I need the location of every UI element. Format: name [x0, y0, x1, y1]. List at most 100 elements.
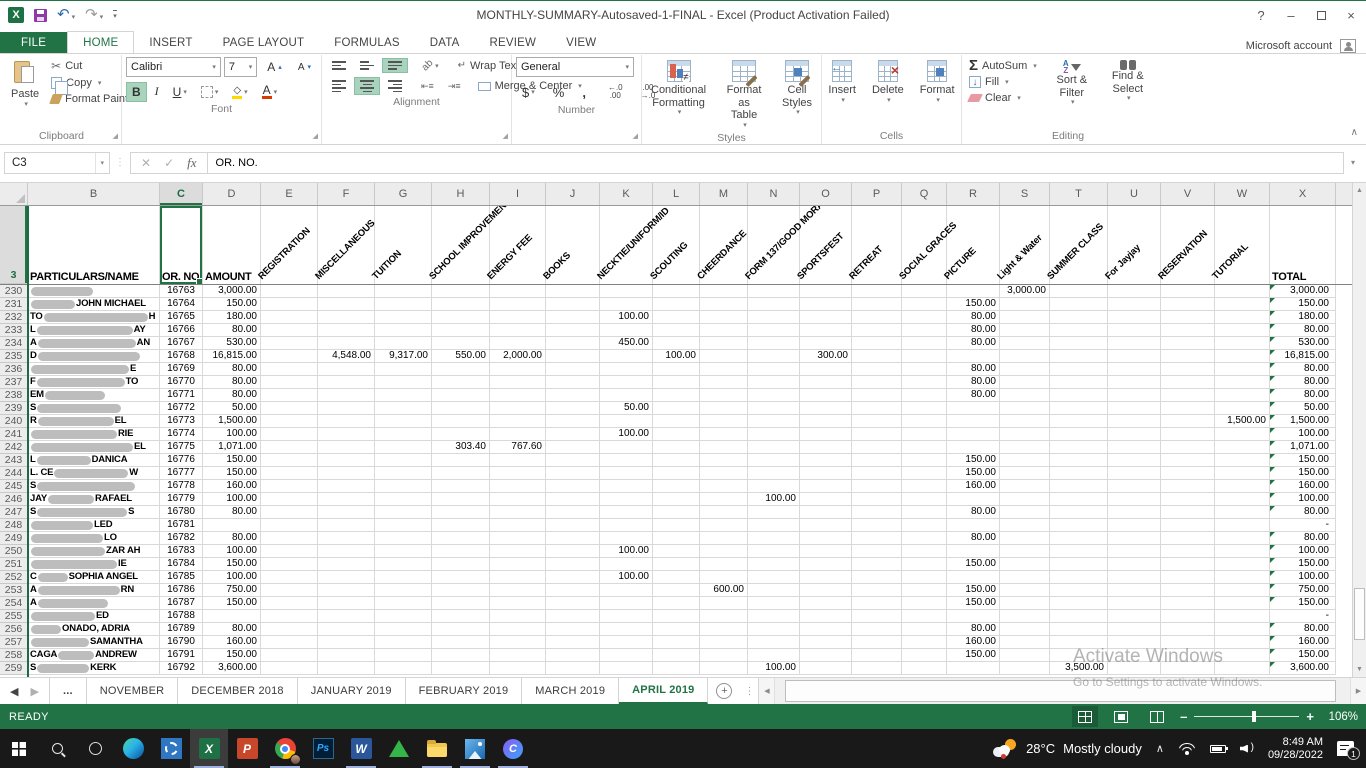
cell-T[interactable]: [1050, 597, 1108, 610]
cell-V[interactable]: [1161, 311, 1215, 324]
sheet-nav-right-icon[interactable]: ▶: [30, 685, 38, 698]
cell-R[interactable]: 80.00: [947, 324, 1000, 337]
cell-amount[interactable]: [203, 519, 261, 532]
cell-G[interactable]: [375, 454, 432, 467]
cell-name[interactable]: RIE: [28, 428, 160, 441]
cell-total[interactable]: 16,815.00: [1270, 350, 1336, 363]
cell-or-no[interactable]: 16770: [160, 376, 203, 389]
cell-total[interactable]: 80.00: [1270, 376, 1336, 389]
cell-E[interactable]: [261, 545, 318, 558]
cell-U[interactable]: [1108, 493, 1161, 506]
row-header-236[interactable]: 236: [0, 363, 28, 376]
cell-or-no[interactable]: 16789: [160, 623, 203, 636]
cell-S[interactable]: [1000, 584, 1050, 597]
cell-P[interactable]: [852, 363, 902, 376]
cell-M[interactable]: [700, 610, 748, 623]
cell-or-no[interactable]: 16781: [160, 519, 203, 532]
cell-K[interactable]: [600, 480, 653, 493]
cell-amount[interactable]: 150.00: [203, 467, 261, 480]
cell-J[interactable]: [546, 428, 600, 441]
cell-total[interactable]: 80.00: [1270, 324, 1336, 337]
cell-J[interactable]: [546, 558, 600, 571]
cell-N[interactable]: [748, 324, 800, 337]
cell-N[interactable]: [748, 636, 800, 649]
cell-L[interactable]: [653, 558, 700, 571]
cell-S[interactable]: 3,000.00: [1000, 285, 1050, 298]
cell-U[interactable]: [1108, 480, 1161, 493]
column-header-L[interactable]: L: [653, 183, 700, 205]
cell-S[interactable]: [1000, 662, 1050, 675]
cell-P[interactable]: [852, 402, 902, 415]
scroll-up-icon[interactable]: ▲: [1353, 183, 1366, 198]
cell-R[interactable]: 150.00: [947, 649, 1000, 662]
row-header-246[interactable]: 246: [0, 493, 28, 506]
conditional-formatting-button[interactable]: ≠ Conditional Formatting ▾: [646, 57, 711, 118]
align-middle-button[interactable]: [354, 58, 380, 73]
cell-H[interactable]: [432, 532, 490, 545]
cell-P[interactable]: [852, 311, 902, 324]
cell-V[interactable]: [1161, 532, 1215, 545]
cell-O[interactable]: [800, 454, 852, 467]
column-header-S[interactable]: S: [1000, 183, 1050, 205]
cell-L[interactable]: [653, 480, 700, 493]
taskbar-excel-button[interactable]: X: [190, 729, 228, 768]
column-header-B[interactable]: B: [28, 183, 160, 205]
cell-M[interactable]: [700, 402, 748, 415]
header-cell-particulars[interactable]: PARTICULARS/NAME: [28, 206, 160, 284]
cell-Q[interactable]: [902, 389, 947, 402]
cell-or-no[interactable]: 16778: [160, 480, 203, 493]
cell-total[interactable]: 530.00: [1270, 337, 1336, 350]
cell-F[interactable]: [318, 480, 375, 493]
cell-H[interactable]: [432, 649, 490, 662]
cell-V[interactable]: [1161, 649, 1215, 662]
cell-L[interactable]: [653, 376, 700, 389]
sheet-tab-april-2019[interactable]: APRIL 2019: [619, 678, 709, 704]
account-label[interactable]: Microsoft account: [1246, 40, 1332, 52]
cell-J[interactable]: [546, 324, 600, 337]
cell-Q[interactable]: [902, 545, 947, 558]
cell-K[interactable]: 450.00: [600, 337, 653, 350]
restore-button[interactable]: [1306, 3, 1336, 27]
cell-K[interactable]: [600, 662, 653, 675]
row-header-3[interactable]: 3: [0, 206, 28, 284]
increase-indent-button[interactable]: ⇥≡: [442, 78, 467, 95]
cell-O[interactable]: [800, 402, 852, 415]
cell-S[interactable]: [1000, 545, 1050, 558]
cell-W[interactable]: [1215, 662, 1270, 675]
cell-or-no[interactable]: 16787: [160, 597, 203, 610]
cell-U[interactable]: [1108, 350, 1161, 363]
cell-U[interactable]: [1108, 571, 1161, 584]
cell-U[interactable]: [1108, 324, 1161, 337]
cell-U[interactable]: [1108, 662, 1161, 675]
normal-view-button[interactable]: [1072, 706, 1099, 727]
vertical-scrollbar-thumb[interactable]: [1354, 588, 1365, 640]
cell-W[interactable]: [1215, 467, 1270, 480]
cell-F[interactable]: [318, 649, 375, 662]
cell-S[interactable]: [1000, 467, 1050, 480]
comma-format-button[interactable]: ,: [576, 82, 592, 103]
cell-name[interactable]: D: [28, 350, 160, 363]
cell-S[interactable]: [1000, 480, 1050, 493]
cell-H[interactable]: [432, 610, 490, 623]
cell-or-no[interactable]: 16784: [160, 558, 203, 571]
zoom-in-button[interactable]: +: [1306, 709, 1314, 724]
taskbar-search-button[interactable]: [38, 729, 76, 768]
cell-P[interactable]: [852, 376, 902, 389]
cell-S[interactable]: [1000, 597, 1050, 610]
insert-function-icon[interactable]: fx: [181, 155, 202, 171]
cell-O[interactable]: [800, 441, 852, 454]
row-header-237[interactable]: 237: [0, 376, 28, 389]
font-color-button[interactable]: A ▾: [256, 82, 284, 102]
decrease-indent-button[interactable]: ⇤≡: [415, 78, 440, 95]
cell-M[interactable]: [700, 298, 748, 311]
cell-L[interactable]: [653, 454, 700, 467]
cell-J[interactable]: [546, 532, 600, 545]
cell-L[interactable]: [653, 545, 700, 558]
cell-V[interactable]: [1161, 506, 1215, 519]
cell-V[interactable]: [1161, 610, 1215, 623]
cell-E[interactable]: [261, 662, 318, 675]
cell-N[interactable]: [748, 519, 800, 532]
row-header-247[interactable]: 247: [0, 506, 28, 519]
cell-total[interactable]: 80.00: [1270, 623, 1336, 636]
cell-I[interactable]: [490, 389, 546, 402]
